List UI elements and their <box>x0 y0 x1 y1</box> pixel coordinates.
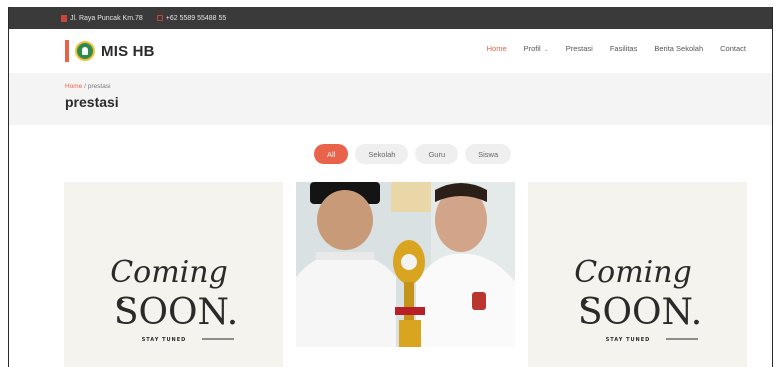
nav-contact[interactable]: Contact <box>720 44 746 53</box>
breadcrumb: Home / prestasi <box>65 83 111 90</box>
gallery-card-coming-soon[interactable]: Coming SOON. ✦ STAY TUNED <box>528 182 747 367</box>
nav-fasilitas[interactable]: Fasilitas <box>610 44 638 53</box>
nav-profil-label[interactable]: Profil <box>524 44 541 53</box>
chevron-down-icon[interactable]: ⌄ <box>544 47 549 53</box>
nav-profil[interactable]: Profil ⌄ <box>524 44 549 53</box>
gallery-card-coming-soon[interactable]: Coming SOON. ✦ STAY TUNED <box>64 182 283 367</box>
breadcrumb-current: prestasi <box>87 83 111 90</box>
soon-line1: Coming <box>110 255 228 290</box>
phone-text[interactable]: +62 5589 55488 55 <box>166 15 227 22</box>
soon-line2: SOON. <box>114 292 238 333</box>
browser-page: Jl. Raya Puncak Km.78 +62 5589 55488 55 … <box>8 7 773 367</box>
page-title: prestasi <box>65 94 119 110</box>
coming-soon-graphic: Coming SOON. ✦ STAY TUNED <box>110 255 238 343</box>
nav-home[interactable]: Home <box>487 44 507 53</box>
filter-guru[interactable]: Guru <box>415 144 459 164</box>
site-header: MIS HB Home Profil ⌄ Prestasi Fasilitas B… <box>9 29 772 73</box>
filter-sekolah[interactable]: Sekolah <box>355 144 409 164</box>
filter-pills: All Sekolah Guru Siswa <box>314 144 512 164</box>
top-info-bar: Jl. Raya Puncak Km.78 +62 5589 55488 55 <box>9 7 772 29</box>
soon-line2: SOON. <box>578 292 702 333</box>
address-text: Jl. Raya Puncak Km.78 <box>70 14 143 22</box>
breadcrumb-home[interactable]: Home <box>65 83 82 90</box>
map-pin-icon <box>61 14 67 22</box>
logo-text[interactable]: MIS HB <box>101 43 155 60</box>
filter-all[interactable]: All <box>314 144 349 164</box>
page-header-section: Home / prestasi prestasi <box>9 73 772 125</box>
nav-prestasi[interactable]: Prestasi <box>566 44 593 53</box>
logo-accent-bar <box>65 40 69 62</box>
site-logo[interactable]: MIS HB <box>65 40 155 62</box>
sparkle-icon: ✦ <box>116 295 126 309</box>
phone-item[interactable]: +62 5589 55488 55 <box>156 15 227 22</box>
phone-icon <box>156 15 163 21</box>
soon-line3: STAY TUNED <box>606 337 651 343</box>
soon-line3: STAY TUNED <box>142 337 187 343</box>
filter-siswa[interactable]: Siswa <box>465 144 512 164</box>
gallery-card-photo[interactable] <box>296 182 515 347</box>
students-trophy-photo <box>296 182 515 347</box>
nav-berita-sekolah[interactable]: Berita Sekolah <box>654 44 703 53</box>
sparkle-icon: ✦ <box>580 295 590 309</box>
coming-soon-graphic: Coming SOON. ✦ STAY TUNED <box>574 255 702 343</box>
breadcrumb-separator: / <box>84 83 86 90</box>
school-emblem-icon <box>75 41 95 61</box>
soon-line1: Coming <box>574 255 692 290</box>
main-nav: Home Profil ⌄ Prestasi Fasilitas Berita S… <box>487 44 746 53</box>
address-item: Jl. Raya Puncak Km.78 <box>61 14 143 22</box>
